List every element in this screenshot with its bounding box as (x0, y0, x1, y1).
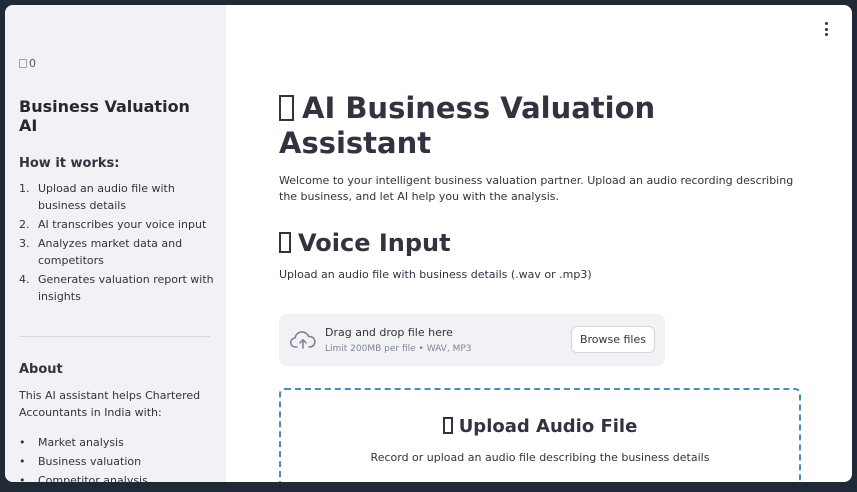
main-content: AI Business Valuation Assistant Welcome … (226, 5, 852, 482)
missing-glyph-icon (442, 417, 453, 434)
page-title: AI Business Valuation Assistant (279, 91, 656, 160)
about-list: • Market analysis • Business valuation • Co… (19, 433, 214, 482)
step-item: 3. Analyzes market data and competitors (19, 237, 183, 267)
logo-alt-text: 0 (29, 57, 36, 70)
about-text: This AI assistant helps Chartered Accoun… (19, 389, 201, 419)
sidebar: 0 Business Valuation AI How it works: 1.… (5, 5, 226, 482)
missing-glyph-icon (279, 95, 294, 121)
upload-instructions: Upload an audio file with business detai… (279, 268, 592, 281)
file-dropzone[interactable]: Drag and drop file here Limit 200MB per … (279, 314, 665, 366)
cloud-upload-icon (290, 331, 316, 349)
voice-input-heading: Voice Input (279, 229, 451, 257)
dropzone-limit: Limit 200MB per file • WAV, MP3 (325, 344, 472, 354)
dropzone-title: Drag and drop file here (325, 326, 453, 339)
list-item: • Business valuation (19, 455, 142, 468)
step-item: 1. Upload an audio file with business det… (19, 182, 175, 212)
list-item: • Market analysis (19, 436, 124, 449)
sidebar-divider (19, 336, 210, 337)
list-item: • Competitor analysis (19, 474, 148, 482)
app-window: 0 Business Valuation AI How it works: 1.… (5, 5, 852, 482)
intro-text: Welcome to your intelligent business val… (279, 174, 794, 203)
upload-audio-card: Upload Audio File Record or upload an au… (279, 388, 801, 482)
about-heading: About (19, 362, 63, 377)
upload-card-subtitle: Record or upload an audio file describin… (370, 451, 710, 464)
kebab-menu-icon[interactable] (822, 22, 830, 36)
upload-card-title: Upload Audio File (281, 416, 799, 437)
steps-list: 1. Upload an audio file with business det… (19, 180, 214, 307)
how-it-works-heading: How it works: (19, 156, 120, 171)
broken-image-icon (19, 59, 27, 68)
browse-files-button[interactable]: Browse files (570, 326, 655, 353)
step-item: 2. AI transcribes your voice input (19, 218, 207, 231)
missing-glyph-icon (279, 232, 291, 253)
logo-image: 0 (19, 57, 36, 70)
step-item: 4. Generates valuation report with insigh… (19, 273, 214, 303)
sidebar-title: Business Valuation AI (19, 97, 190, 135)
